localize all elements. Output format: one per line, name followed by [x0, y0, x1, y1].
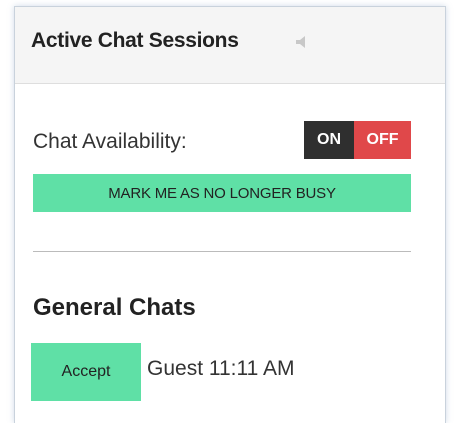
toggle-on-option[interactable]: ON	[304, 121, 354, 159]
panel-title: Active Chat Sessions	[31, 29, 239, 52]
chat-list-item: Accept Guest 11:11 AM	[31, 343, 421, 401]
chat-availability-toggle[interactable]: ON OFF	[304, 121, 411, 159]
accept-chat-button[interactable]: Accept	[31, 343, 141, 401]
toggle-off-option[interactable]: OFF	[354, 121, 411, 159]
section-divider	[33, 251, 411, 252]
panel-header: Active Chat Sessions	[15, 7, 445, 84]
chat-guest-label: Guest 11:11 AM	[147, 357, 295, 380]
general-chats-title: General Chats	[33, 294, 196, 321]
chat-availability-label: Chat Availability:	[33, 130, 187, 153]
mark-not-busy-button[interactable]: MARK ME AS NO LONGER BUSY	[33, 174, 411, 212]
speaker-icon[interactable]	[294, 34, 310, 50]
